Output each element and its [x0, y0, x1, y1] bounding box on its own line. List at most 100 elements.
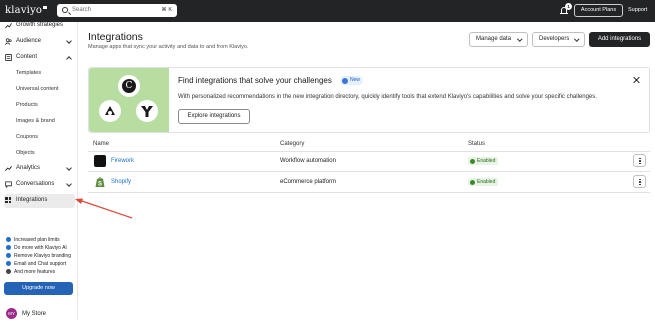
sidebar-subitem-images-brand[interactable]: Images & brand: [16, 118, 55, 124]
sidebar-subitem-objects[interactable]: Objects: [16, 150, 35, 156]
status-label: Enabled: [477, 158, 496, 164]
upsell-text: And more features: [14, 269, 56, 275]
sidebar-item-audience[interactable]: Audience: [4, 35, 75, 49]
chevron-down-icon: [66, 165, 72, 171]
manage-data-label: Manage data: [476, 36, 512, 42]
kebab-dot: [639, 157, 641, 160]
upgrade-now-button[interactable]: Upgrade now: [4, 282, 73, 295]
chevron-down-icon: [573, 36, 579, 42]
grid-icon: [5, 197, 12, 204]
chevron-up-icon: [66, 56, 72, 62]
status-badge: Enabled: [468, 178, 499, 186]
sidebar-item-growth-strategies[interactable]: Growth strategies: [4, 19, 75, 33]
sidebar-item-label: Growth strategies: [16, 22, 64, 28]
kebab-dot: [639, 162, 641, 165]
table-divider: [88, 192, 650, 193]
integration-logo-y-icon: [141, 106, 153, 117]
grid-cell: [8, 197, 12, 200]
top-bar: klaviyo Search ⌘ K 1 Account Plans Suppo…: [0, 0, 655, 22]
support-icon: [6, 261, 11, 266]
upsell-text: Do more with Klaviyo AI: [14, 245, 67, 251]
store-name[interactable]: My Store: [22, 311, 46, 317]
users-icon: [5, 38, 12, 45]
close-icon[interactable]: [632, 76, 640, 84]
new-badge-icon: [342, 77, 348, 84]
row-actions-menu-icon[interactable]: [633, 154, 646, 167]
explore-integrations-button[interactable]: Explore integrations: [178, 109, 250, 124]
sidebar-item-content[interactable]: Content: [4, 51, 75, 65]
store-avatar[interactable]: MY: [6, 308, 17, 319]
sidebar-subitem-universal-content[interactable]: Universal content: [16, 86, 59, 92]
sidebar: Growth strategies Audience Content Templ…: [0, 22, 78, 320]
plus-icon: [6, 269, 11, 274]
svg-text:S: S: [98, 182, 102, 188]
brand-icon: [6, 253, 11, 258]
developers-label: Developers: [539, 36, 570, 42]
chevron-down-icon: [66, 38, 72, 44]
sidebar-item-label: Content: [16, 54, 38, 60]
content-icon: [5, 54, 12, 61]
integration-name-link[interactable]: Shopify: [111, 179, 131, 185]
notifications-bell-icon[interactable]: 1: [560, 3, 572, 14]
manage-data-dropdown[interactable]: Manage data: [469, 32, 528, 47]
table-divider: [88, 151, 650, 152]
upsell-text: Email and Chat support: [14, 261, 67, 267]
sidebar-subitem-products[interactable]: Products: [16, 102, 38, 108]
sidebar-item-analytics[interactable]: Analytics: [4, 162, 75, 176]
chart-icon: [5, 166, 12, 171]
integration-logo-circle: [136, 100, 158, 122]
sidebar-subitem-templates[interactable]: Templates: [16, 70, 41, 76]
integration-category: Workflow automation: [280, 158, 336, 164]
column-header-name[interactable]: Name: [93, 141, 109, 147]
shopify-logo-icon: S: [95, 177, 105, 188]
chevron-down-icon: [516, 36, 522, 42]
column-header-status[interactable]: Status: [468, 141, 485, 147]
search-icon: [62, 7, 68, 13]
check-circle-icon: [470, 179, 475, 185]
developers-dropdown[interactable]: Developers: [532, 32, 585, 47]
new-badge-label: New: [350, 77, 361, 83]
sidebar-item-label: Integrations: [16, 197, 48, 203]
kebab-dot: [639, 160, 641, 162]
account-plans-button[interactable]: Account Plans: [574, 4, 623, 17]
integration-directory-banner: C Find integrations that solve your chal…: [88, 67, 650, 133]
firework-logo-icon: [94, 155, 106, 167]
banner-illustration: C: [89, 68, 169, 132]
grid-cell: [5, 200, 8, 204]
grid-cell: [8, 200, 12, 204]
chevron-down-icon: [66, 181, 72, 187]
logo-text: klaviyo: [5, 5, 43, 16]
check-circle-icon: [470, 158, 475, 164]
row-actions-menu-icon[interactable]: [633, 175, 646, 188]
trend-icon: [5, 23, 12, 29]
integration-logo-c-icon: C: [122, 79, 136, 93]
sidebar-item-label: Audience: [16, 38, 42, 44]
status-label: Enabled: [477, 179, 496, 185]
search-placeholder: Search: [72, 7, 92, 13]
sidebar-item-conversations[interactable]: Conversations: [4, 178, 75, 192]
sidebar-subitem-coupons[interactable]: Coupons: [16, 134, 38, 140]
bell-base: [560, 13, 568, 14]
add-integrations-button[interactable]: Add integrations: [589, 32, 650, 47]
kebab-dot: [639, 183, 641, 186]
integration-logo-circle: C: [118, 75, 140, 97]
integration-logo-circle: [99, 100, 121, 122]
column-header-category[interactable]: Category: [280, 141, 304, 147]
integration-logo-a-icon: [105, 106, 115, 115]
chat-icon: [5, 181, 12, 188]
upsell-text: Remove Klaviyo branding: [14, 253, 71, 259]
integration-name-link[interactable]: Firework: [111, 158, 134, 164]
banner-title: Find integrations that solve your challe…: [178, 76, 332, 85]
page-subtitle: Manage apps that sync your activity and …: [88, 44, 249, 50]
search-shortcut: ⌘ K: [161, 7, 172, 13]
klaviyo-logo[interactable]: klaviyo: [5, 5, 48, 16]
logo-flag-icon: [43, 6, 48, 9]
status-badge: Enabled: [468, 157, 499, 165]
sidebar-item-label: Conversations: [16, 181, 55, 187]
page-title: Integrations: [88, 31, 143, 43]
upsell-text: Increased plan limits: [14, 237, 60, 243]
support-link[interactable]: Support: [628, 7, 647, 13]
sidebar-item-integrations[interactable]: Integrations: [4, 194, 75, 208]
search-input[interactable]: Search ⌘ K: [57, 4, 177, 17]
banner-description: With personalized recommendations in the…: [178, 94, 597, 100]
